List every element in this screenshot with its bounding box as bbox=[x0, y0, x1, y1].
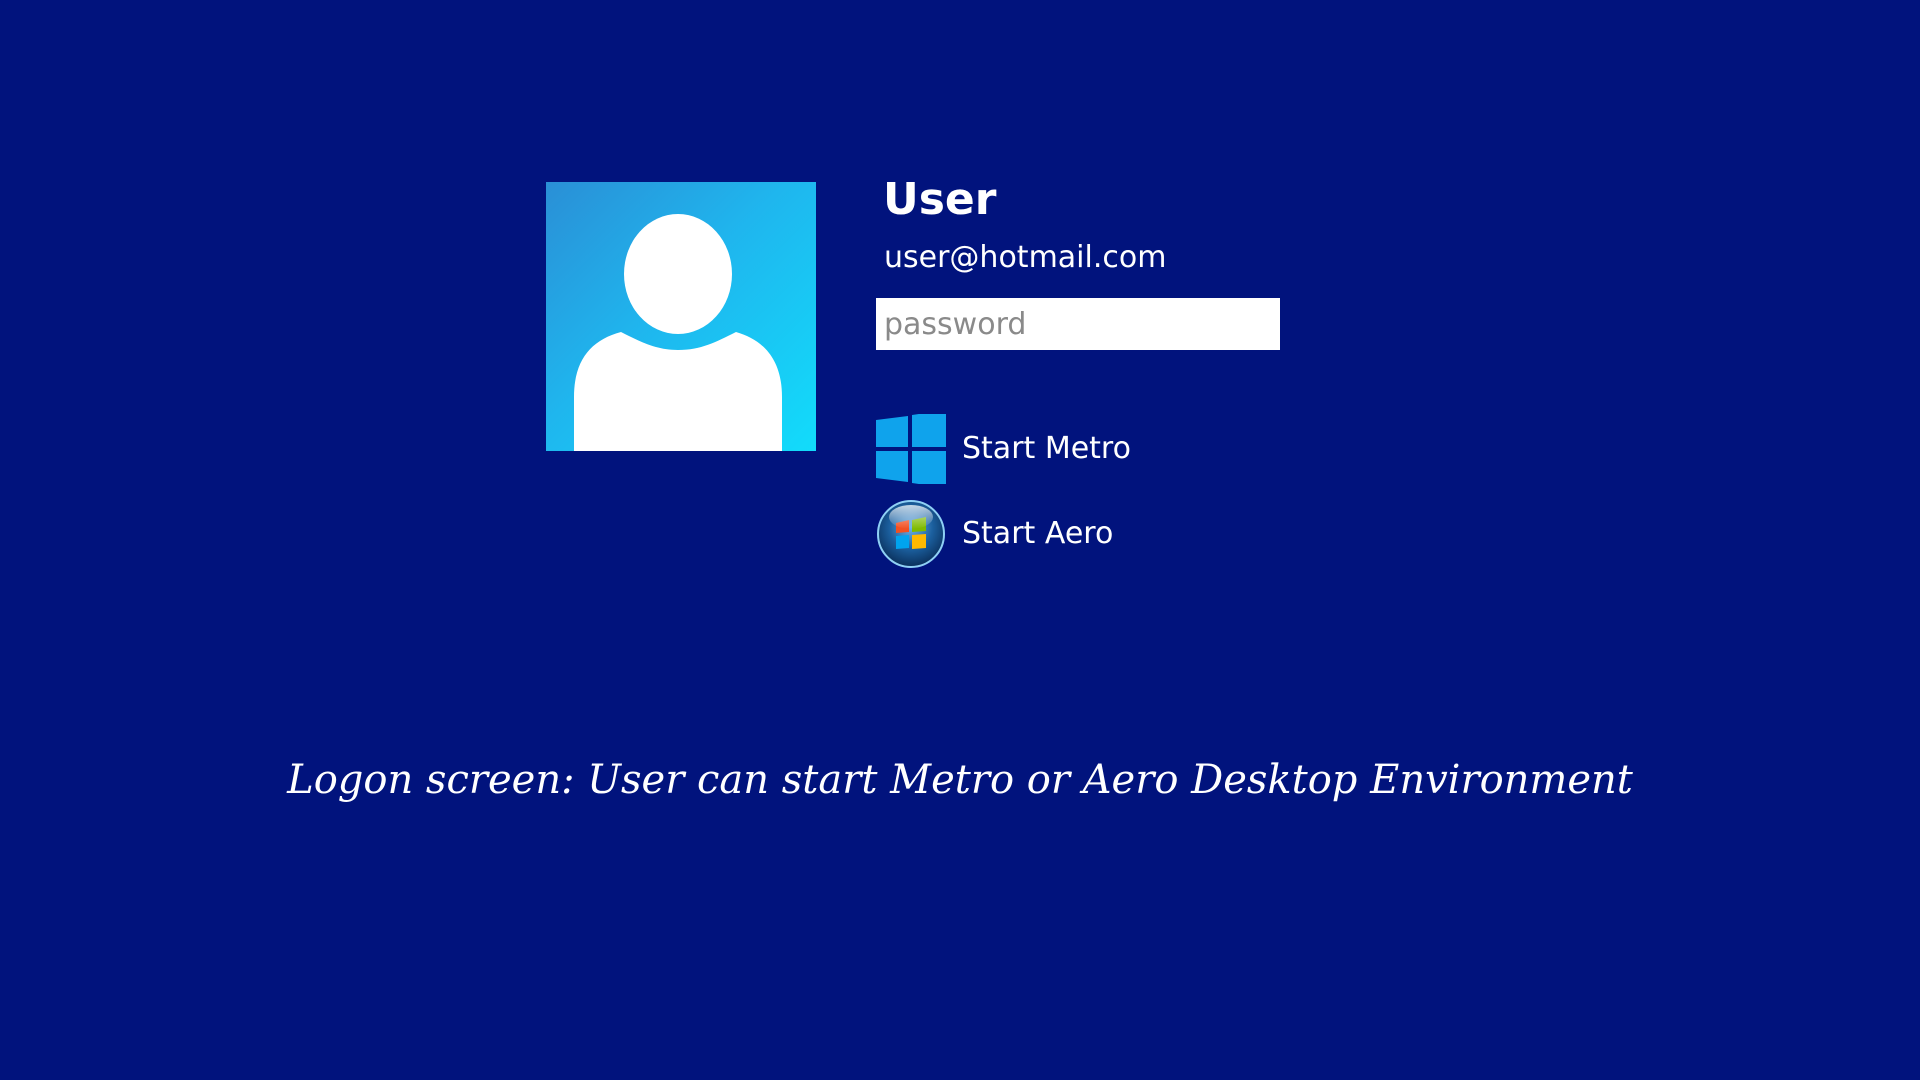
start-aero-label: Start Aero bbox=[962, 516, 1114, 551]
start-aero-button[interactable]: Start Aero bbox=[876, 499, 1113, 569]
windows-aero-orb-icon bbox=[876, 499, 946, 569]
user-name: User bbox=[883, 174, 997, 225]
logon-screen: User user@hotmail.com Start Metro Start … bbox=[0, 0, 1920, 1080]
user-email: user@hotmail.com bbox=[884, 240, 1167, 275]
start-metro-button[interactable]: Start Metro bbox=[876, 414, 1131, 484]
caption-text: Logon screen: User can start Metro or Ae… bbox=[287, 757, 1633, 803]
user-avatar bbox=[546, 182, 816, 451]
start-metro-label: Start Metro bbox=[962, 431, 1131, 466]
windows-metro-logo-icon bbox=[876, 414, 946, 484]
user-silhouette-icon bbox=[574, 214, 782, 451]
password-input[interactable] bbox=[876, 298, 1280, 350]
